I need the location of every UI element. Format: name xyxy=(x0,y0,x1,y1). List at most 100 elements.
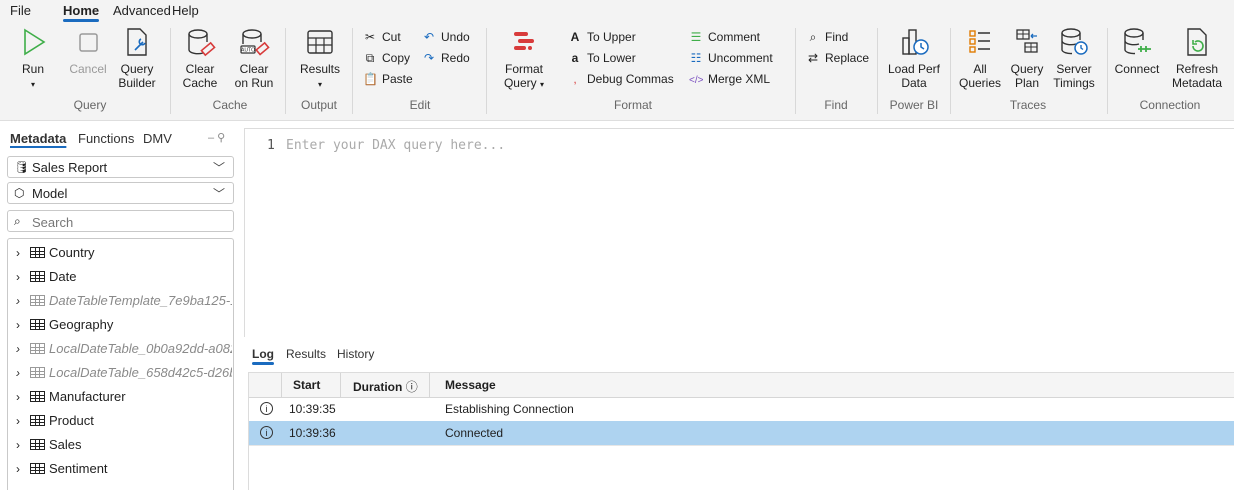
separator xyxy=(877,28,878,114)
find-button[interactable]: ⌕ Find xyxy=(806,28,849,46)
search-icon: ⌕ xyxy=(809,30,817,44)
menu-help[interactable]: Help xyxy=(172,3,199,18)
dax-query-editor[interactable]: 1 Enter your DAX query here... xyxy=(244,128,1234,337)
menu-advanced[interactable]: Advanced xyxy=(113,3,171,18)
info-icon: ⓘ xyxy=(405,380,418,394)
cut-button[interactable]: ✂ Cut xyxy=(363,28,401,46)
play-icon xyxy=(24,28,46,56)
load-perf-data-button[interactable]: Load Perf Data xyxy=(884,26,944,90)
column-header-start[interactable]: Start xyxy=(293,378,320,392)
separator xyxy=(170,28,171,114)
separator xyxy=(352,28,353,114)
refresh-metadata-button[interactable]: Refresh Metadata xyxy=(1168,26,1226,90)
debug-commas-button[interactable]: , Debug Commas xyxy=(568,70,673,88)
column-divider xyxy=(340,373,341,397)
model-selector[interactable]: ⬡ Model ﹀ xyxy=(7,182,234,204)
separator xyxy=(285,28,286,114)
column-header-message[interactable]: Message xyxy=(445,378,496,392)
cancel-button[interactable]: Cancel xyxy=(66,26,110,76)
chevron-right-icon[interactable]: › xyxy=(16,435,30,455)
tab-metadata[interactable]: Metadata xyxy=(10,131,66,146)
pin-icon[interactable]: – ⚲ xyxy=(208,131,225,144)
tree-item-date[interactable]: › Date xyxy=(16,267,232,287)
menu-home[interactable]: Home xyxy=(63,3,100,22)
tree-item-sales[interactable]: › Sales xyxy=(16,435,232,455)
clear-on-run-button[interactable]: AUTO Clear on Run xyxy=(228,26,280,90)
chevron-right-icon[interactable]: › xyxy=(16,267,30,287)
menu-file[interactable]: File xyxy=(10,3,31,18)
tab-functions[interactable]: Functions xyxy=(78,131,134,146)
tab-results[interactable]: Results xyxy=(286,347,326,361)
table-icon xyxy=(30,343,45,354)
chevron-down-icon: ﹀ xyxy=(212,161,225,175)
table-icon xyxy=(30,391,45,402)
chevron-right-icon[interactable]: › xyxy=(16,459,30,479)
all-queries-button[interactable]: All Queries xyxy=(957,26,1003,90)
to-upper-button[interactable]: A To Upper xyxy=(568,28,636,46)
query-builder-button[interactable]: Query Builder xyxy=(114,26,160,90)
tree-item-datetabletemplate[interactable]: › DateTableTemplate_7e9ba125-1... xyxy=(16,291,232,311)
server-timings-button[interactable]: Server Timings xyxy=(1050,26,1098,90)
search-input[interactable] xyxy=(30,213,229,231)
dropdown-arrow-icon: ▾ xyxy=(30,80,35,89)
column-divider xyxy=(429,373,430,397)
tab-log[interactable]: Log xyxy=(252,347,274,365)
group-label-query: Query xyxy=(73,98,107,112)
database-selector[interactable]: 🛢 Sales Report ﹀ xyxy=(7,156,234,178)
log-message: Connected xyxy=(445,426,504,440)
search-box: ⌕ xyxy=(7,210,234,232)
group-label-cache: Cache xyxy=(212,98,248,112)
copy-button[interactable]: ⧉ Copy xyxy=(363,49,410,67)
uncomment-button[interactable]: ☷ Uncomment xyxy=(689,49,773,67)
group-label-edit: Edit xyxy=(409,98,431,112)
run-button[interactable]: Run ▾ xyxy=(14,26,52,92)
format-query-button[interactable]: Format Query ▾ xyxy=(497,26,551,92)
results-button[interactable]: Results ▾ xyxy=(297,26,343,92)
table-icon xyxy=(30,295,45,306)
paste-button[interactable]: 📋 Paste xyxy=(363,70,413,88)
table-icon xyxy=(30,367,45,378)
chevron-right-icon[interactable]: › xyxy=(16,363,30,383)
tree-item-country[interactable]: › Country xyxy=(16,243,232,263)
table-row[interactable]: i 10:39:35 Establishing Connection xyxy=(249,397,1234,422)
tree-item-localdatetable-2[interactable]: › LocalDateTable_658d42c5-d26b-... xyxy=(16,363,232,383)
refresh-metadata-icon xyxy=(1187,28,1207,56)
replace-button[interactable]: ⇄ Replace xyxy=(806,49,869,67)
connect-button[interactable]: Connect xyxy=(1112,26,1162,76)
column-header-duration[interactable]: Duration ⓘ xyxy=(353,378,418,395)
undo-button[interactable]: ↶ Undo xyxy=(422,28,470,46)
log-grid: Start Duration ⓘ Message i 10:39:35 Esta… xyxy=(248,372,1234,490)
tab-dmv[interactable]: DMV xyxy=(143,131,172,146)
query-plan-icon xyxy=(1016,29,1038,53)
group-label-connection: Connection xyxy=(1139,98,1201,112)
cube-icon: ⬡ xyxy=(14,186,25,200)
chevron-right-icon[interactable]: › xyxy=(16,243,30,263)
to-lower-button[interactable]: a To Lower xyxy=(568,49,636,67)
separator xyxy=(1107,28,1108,114)
merge-xml-button[interactable]: </> Merge XML xyxy=(689,70,770,88)
chevron-right-icon[interactable]: › xyxy=(16,387,30,407)
clear-cache-button[interactable]: Clear Cache xyxy=(178,26,222,90)
chevron-right-icon[interactable]: › xyxy=(16,315,30,335)
tree-item-product[interactable]: › Product xyxy=(16,411,232,431)
query-plan-button[interactable]: Query Plan xyxy=(1007,26,1047,90)
tree-item-geography[interactable]: › Geography xyxy=(16,315,232,335)
tree-item-sentiment[interactable]: › Sentiment xyxy=(16,459,232,479)
tree-item-localdatetable-1[interactable]: › LocalDateTable_0b0a92dd-a082... xyxy=(16,339,232,359)
chevron-right-icon[interactable]: › xyxy=(16,339,30,359)
log-start: 10:39:36 xyxy=(289,426,336,440)
all-queries-icon xyxy=(969,30,990,53)
redo-button[interactable]: ↷ Redo xyxy=(422,49,470,67)
chevron-right-icon[interactable]: › xyxy=(16,291,30,311)
uppercase-icon: A xyxy=(570,30,580,44)
menu-bar: File Home Advanced Help xyxy=(0,0,1234,22)
chevron-right-icon[interactable]: › xyxy=(16,411,30,431)
line-number: 1 xyxy=(267,138,275,153)
load-perf-data-icon xyxy=(902,29,929,55)
tab-history[interactable]: History xyxy=(337,347,374,361)
log-grid-header: Start Duration ⓘ Message xyxy=(249,373,1234,398)
metadata-tree: › Country › Date › DateTableTemplate_7e9ba1… xyxy=(7,238,234,490)
table-row[interactable]: i 10:39:36 Connected xyxy=(249,421,1234,446)
tree-item-manufacturer[interactable]: › Manufacturer xyxy=(16,387,232,407)
comment-button[interactable]: ☰ Comment xyxy=(689,28,760,46)
